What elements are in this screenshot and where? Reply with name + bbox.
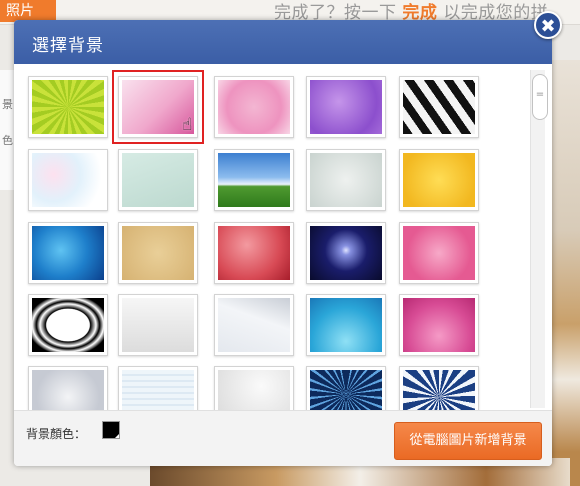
background-thumbnail-bg-pink-gradient[interactable]: ☝ — [112, 70, 204, 144]
background-thumbnail-bg-black-white-stripes[interactable] — [399, 76, 479, 138]
thumbnail-image — [310, 370, 382, 410]
dialog-header: 選擇背景 — [14, 20, 552, 64]
thumbnail-image — [122, 226, 194, 280]
background-thumbnail-bg-mint-grain[interactable] — [118, 149, 198, 211]
dialog-title: 選擇背景 — [32, 36, 104, 56]
background-color-picker[interactable] — [102, 421, 120, 439]
background-thumbnail-bg-grey-mist[interactable] — [306, 149, 386, 211]
thumbnail-image — [310, 298, 382, 352]
hand-cursor-icon: ☝ — [182, 115, 193, 135]
thumbnail-image — [310, 80, 382, 134]
thumbnail-image — [32, 226, 104, 280]
background-thumbnail-bg-zebra-frame[interactable] — [28, 294, 108, 356]
scrollbar[interactable]: = — [530, 70, 548, 408]
background-thumbnail-bg-red-glow[interactable] — [214, 222, 294, 284]
thumbnail-image — [218, 153, 290, 207]
thumbnail-image — [403, 80, 475, 134]
background-thumbnail-bg-yellow-grunge[interactable] — [399, 149, 479, 211]
thumbnail-image — [32, 298, 104, 352]
background-color-label: 背景顏色： — [26, 427, 87, 441]
background-thumbnail-bg-purple-texture[interactable] — [306, 76, 386, 138]
background-thumbnail-bg-pink-floral[interactable] — [214, 76, 294, 138]
background-thumbnail-bg-tan-parchment[interactable] — [118, 222, 198, 284]
background-thumbnail-bg-white-texture[interactable] — [118, 294, 198, 356]
dialog-footer: 背景顏色： 從電腦圖片新增背景 — [14, 410, 552, 466]
thumbnail-image — [122, 370, 194, 410]
background-thumbnail-bg-pink-sunburst[interactable] — [399, 294, 479, 356]
choose-background-dialog: 選擇背景 ☝ = 背景顏色： 從電腦圖片新增背景 — [14, 20, 552, 466]
thumbnail-image — [403, 153, 475, 207]
thumbnail-image — [310, 153, 382, 207]
thumbnail-image — [32, 153, 104, 207]
thumbnail-image — [122, 298, 194, 352]
thumbnail-image — [122, 153, 194, 207]
thumbnail-image — [403, 226, 475, 280]
picker-caret-icon — [115, 434, 119, 438]
background-photo-strip — [552, 60, 580, 486]
background-thumbnail-bg-sky-grass[interactable] — [214, 149, 294, 211]
thumbnail-image — [403, 298, 475, 352]
background-thumbnail-bg-navy-burst[interactable] — [399, 366, 479, 410]
background-thumbnail-bg-blue-radial[interactable] — [28, 222, 108, 284]
background-thumbnail-bg-grey-paper[interactable] — [214, 366, 294, 410]
background-thumbnail-bg-dark-rays[interactable] — [306, 366, 386, 410]
thumbnail-image — [218, 298, 290, 352]
background-thumbnail-bg-light-lines[interactable] — [118, 366, 198, 410]
thumbnail-image — [32, 80, 104, 134]
thumbnail-image — [218, 370, 290, 410]
background-thumbnail-bg-pink-stars[interactable] — [399, 222, 479, 284]
photos-tab[interactable]: 照片 — [0, 0, 56, 22]
thumbnail-image — [218, 80, 290, 134]
thumbnail-image — [32, 370, 104, 410]
background-thumbnail-bg-blue-sunburst[interactable] — [306, 294, 386, 356]
add-background-from-computer-button[interactable]: 從電腦圖片新增背景 — [394, 422, 542, 460]
background-thumbnail-bg-night-heart[interactable] — [306, 222, 386, 284]
background-thumbnail-bg-white-floral-corner[interactable] — [214, 294, 294, 356]
background-thumbnail-bg-pastel-watercolor[interactable] — [28, 149, 108, 211]
thumbnail-image — [218, 226, 290, 280]
background-thumbnail-bg-green-sunburst[interactable] — [28, 76, 108, 138]
scrollbar-thumb[interactable]: = — [532, 74, 548, 120]
thumbnail-image — [310, 226, 382, 280]
thumbnail-image — [403, 370, 475, 410]
close-dialog-button[interactable]: ✖ — [534, 11, 562, 39]
background-thumbnail-bg-faded-collage[interactable] — [28, 366, 108, 410]
background-grid: ☝ — [14, 64, 552, 410]
